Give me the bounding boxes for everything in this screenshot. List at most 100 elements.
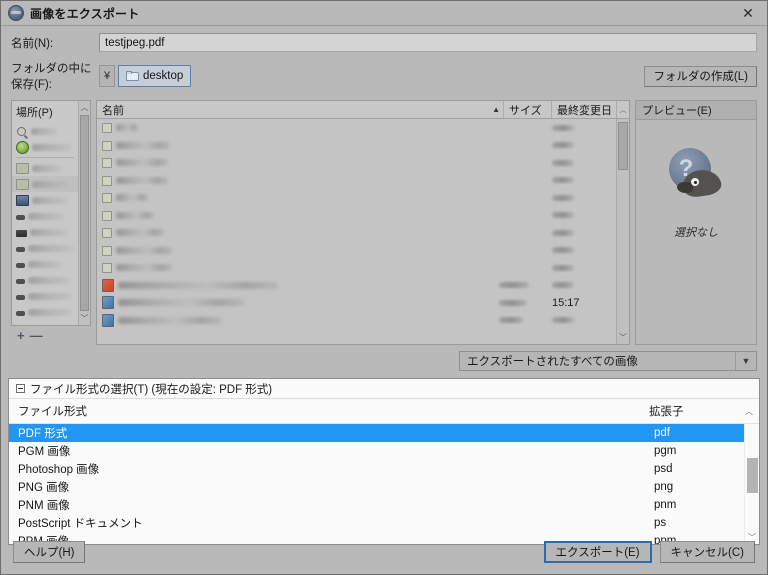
folder-icon [102, 245, 112, 256]
places-item-label [30, 228, 68, 236]
format-table-header: ファイル形式 拡張子 ︿ [9, 399, 759, 424]
table-row[interactable] [97, 172, 616, 190]
column-header-size[interactable]: サイズ [504, 101, 552, 118]
preview-panel: プレビュー(E) ? 選択なし [635, 100, 757, 345]
places-item-drive[interactable] [12, 192, 78, 208]
file-list-scrollbar[interactable]: ﹀ [616, 119, 629, 344]
file-scroll-up-icon[interactable]: ︿ [616, 101, 629, 118]
format-extension: pnm [654, 499, 677, 511]
collapse-icon[interactable] [16, 384, 25, 393]
path-root-button[interactable]: ¥ [99, 65, 115, 87]
places-item-volume-1[interactable] [12, 208, 78, 224]
file-name-text [116, 211, 154, 219]
places-item-label [31, 127, 57, 135]
table-row[interactable] [97, 277, 616, 295]
file-name-text [116, 159, 168, 167]
file-name-text [116, 194, 148, 202]
places-item-volume-6[interactable] [12, 288, 78, 304]
table-row[interactable] [97, 224, 616, 242]
places-item-volume-3[interactable] [12, 240, 78, 256]
table-row[interactable] [97, 207, 616, 225]
places-item-volume-2[interactable] [12, 224, 78, 240]
expander-label: ファイル形式の選択(T) (現在の設定: PDF 形式) [30, 383, 273, 396]
cancel-button[interactable]: キャンセル(C) [659, 541, 755, 563]
file-size-cell [494, 299, 547, 306]
close-icon[interactable]: ✕ [733, 1, 763, 25]
path-breadcrumb: ¥ desktop [99, 65, 644, 87]
file-date-cell [547, 159, 616, 166]
image-file-icon [102, 296, 114, 310]
places-item-recent[interactable] [12, 139, 78, 155]
table-row[interactable]: 15:17 [97, 294, 616, 312]
file-date-cell [547, 142, 616, 149]
format-name: PNG 画像 [18, 482, 70, 494]
column-header-name[interactable]: 名前 ▲ [97, 101, 504, 118]
places-item-desktop[interactable] [12, 176, 78, 192]
format-row-png[interactable]: PNG 画像 png [9, 478, 744, 496]
places-item-volume-7[interactable] [12, 304, 78, 320]
file-name-text [118, 316, 222, 324]
preview-header: プレビュー(E) [635, 100, 757, 119]
file-rows[interactable]: 15:17 [97, 119, 616, 344]
table-row[interactable] [97, 154, 616, 172]
image-file-icon [102, 278, 114, 292]
file-name-text [116, 176, 168, 184]
remove-place-button[interactable]: — [30, 329, 43, 342]
search-icon [17, 126, 26, 136]
chevron-down-icon[interactable]: ▼ [735, 352, 756, 370]
preview-no-selection: 選択なし [674, 227, 718, 239]
format-extension: psd [654, 463, 673, 475]
file-name-text [116, 264, 172, 272]
create-folder-button[interactable]: フォルダの作成(L) [644, 65, 757, 87]
export-filter-select[interactable]: エクスポートされたすべての画像 ▼ [459, 351, 757, 371]
places-item-volume-4[interactable] [12, 256, 78, 272]
scroll-down-icon[interactable]: ﹀ [619, 332, 627, 343]
file-name-text [116, 229, 164, 237]
table-row[interactable] [97, 189, 616, 207]
scrollbar-thumb[interactable] [618, 122, 628, 170]
table-row[interactable] [97, 312, 616, 330]
file-name-cell [97, 313, 494, 327]
table-row[interactable] [97, 137, 616, 155]
add-place-button[interactable]: + [17, 329, 25, 342]
scroll-down-icon[interactable]: ﹀ [81, 313, 89, 324]
places-item-volume-5[interactable] [12, 272, 78, 288]
file-date-cell [547, 317, 616, 324]
scrollbar-thumb[interactable] [80, 115, 89, 311]
format-row-psd[interactable]: Photoshop 画像 psd [9, 460, 744, 478]
table-row[interactable] [97, 242, 616, 260]
places-item-search[interactable] [12, 123, 78, 139]
column-header-modified[interactable]: 最終変更日 [552, 101, 616, 118]
expander-header[interactable]: ファイル形式の選択(T) (現在の設定: PDF 形式) [9, 379, 759, 399]
path-button-desktop[interactable]: desktop [118, 65, 192, 87]
file-list-header: 名前 ▲ サイズ 最終変更日 ︿ [97, 101, 629, 119]
places-item-label [28, 244, 74, 252]
format-row-pnm[interactable]: PNM 画像 pnm [9, 496, 744, 514]
form-area: 名前(N): フォルダの中に保存(F): ¥ desktop フォルダの作成(L… [1, 26, 767, 92]
format-rows[interactable]: PDF 形式 pdf PGM 画像 pgm Photoshop 画像 psd P… [9, 424, 744, 544]
scrollbar-thumb[interactable] [746, 458, 758, 493]
format-scrollbar[interactable]: ﹀ [744, 424, 759, 544]
format-row-pgm[interactable]: PGM 画像 pgm [9, 442, 744, 460]
scroll-up-icon[interactable]: ︿ [81, 102, 89, 113]
export-button[interactable]: エクスポート(E) [543, 541, 652, 563]
file-name-cell [97, 192, 494, 204]
file-list-body: 15:17 ﹀ [97, 119, 629, 344]
folder-icon [126, 71, 139, 81]
places-item-home[interactable] [12, 160, 78, 176]
places-scrollbar[interactable]: ︿ ﹀ [78, 101, 90, 325]
folder-icon [102, 140, 112, 151]
file-date-cell [547, 212, 616, 219]
table-row[interactable] [97, 259, 616, 277]
volume-icon [16, 263, 25, 268]
column-header-format[interactable]: ファイル形式 [9, 403, 649, 419]
format-scroll-up-icon[interactable]: ︿ [739, 406, 759, 417]
places-list[interactable]: 場所(P) [12, 101, 78, 325]
column-header-extension[interactable]: 拡張子 [649, 403, 739, 419]
filename-input[interactable] [99, 33, 757, 52]
format-row-pdf[interactable]: PDF 形式 pdf [9, 424, 744, 442]
table-row[interactable] [97, 119, 616, 137]
folder-icon [16, 179, 29, 190]
help-button[interactable]: ヘルプ(H) [13, 541, 86, 563]
places-item-label [28, 292, 72, 300]
